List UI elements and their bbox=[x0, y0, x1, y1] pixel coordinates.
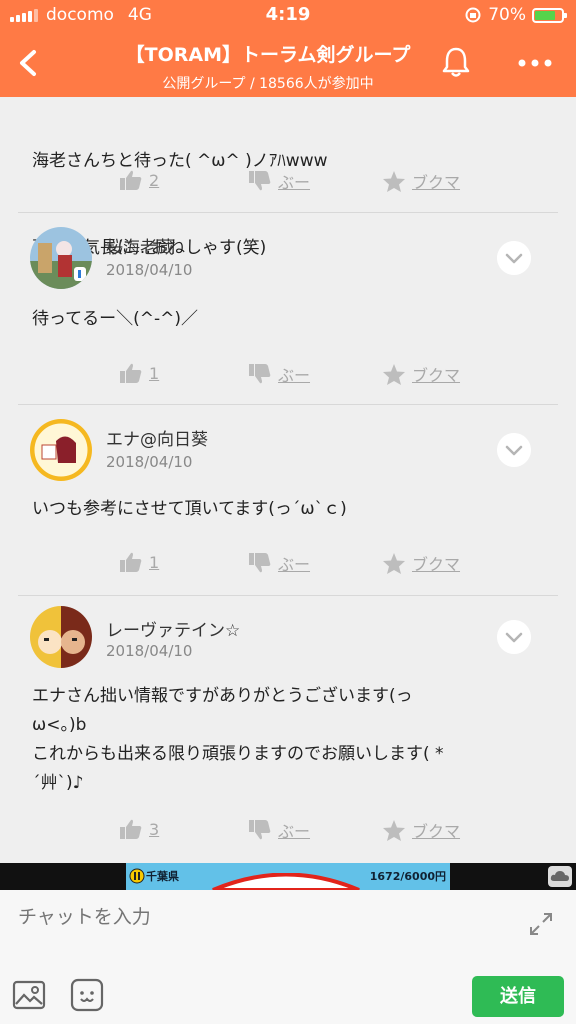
ad-image[interactable]: 千葉県 1672/6000円 bbox=[126, 863, 450, 890]
bookmark-button[interactable]: ブクマ bbox=[382, 169, 460, 193]
ad-banner[interactable]: 千葉県 1672/6000円 bbox=[0, 863, 576, 890]
boo-button[interactable]: ぶー bbox=[248, 551, 310, 575]
star-icon bbox=[383, 819, 405, 841]
boo-label: ぶー bbox=[278, 555, 311, 574]
post: エナ@向日葵 2018/04/10 いつも参考にさせて頂いてます(っ´ω`ｃ) … bbox=[0, 405, 576, 597]
chat-feed[interactable]: 海老さんちと待った( ^ω^ )ノｱﾊwww 更新は気長に…おねしゃす(笑) 2… bbox=[0, 97, 576, 863]
expand-icon[interactable] bbox=[527, 910, 555, 938]
post-actions: 1 ぶー ブクマ bbox=[0, 551, 576, 579]
boo-button[interactable]: ぶー bbox=[248, 169, 310, 193]
orientation-lock-icon bbox=[465, 7, 481, 23]
post-date: 2018/04/10 bbox=[106, 453, 193, 471]
boo-button[interactable]: ぶー bbox=[248, 818, 310, 842]
like-count: 2 bbox=[149, 170, 160, 190]
star-icon bbox=[383, 363, 405, 385]
post-text: 待ってるー＼(^-^)／ bbox=[32, 309, 199, 329]
top-bar: docomo 4G 4:19 70% 【TORAM】トーラム剣グループ 公開グル… bbox=[0, 0, 576, 97]
boo-label: ぶー bbox=[278, 173, 311, 192]
input-bar: 送信 bbox=[0, 890, 576, 1024]
post-actions: 3 ぶー ブクマ bbox=[0, 818, 576, 846]
like-button[interactable]: 2 bbox=[119, 169, 159, 191]
thumbs-down-icon bbox=[249, 820, 271, 840]
post-date: 2018/04/10 bbox=[106, 642, 193, 660]
poster-name[interactable]: エナ@向日葵 bbox=[106, 425, 208, 450]
chevron-down-icon[interactable] bbox=[497, 620, 531, 654]
sticker-icon[interactable] bbox=[70, 978, 104, 1012]
more-options-icon[interactable] bbox=[510, 48, 560, 78]
thumbs-down-icon bbox=[249, 553, 271, 573]
like-count: 3 bbox=[149, 819, 160, 839]
like-count: 1 bbox=[149, 363, 160, 383]
image-icon[interactable] bbox=[12, 980, 46, 1010]
poster-name[interactable]: レーヴァテイン☆ bbox=[106, 616, 240, 641]
thumbs-down-icon bbox=[249, 171, 271, 191]
bookmark-label: ブクマ bbox=[412, 173, 461, 192]
like-button[interactable]: 1 bbox=[119, 551, 159, 573]
post: レーヴァテイン☆ 2018/04/10 エナさん拙い情報ですがありがとうございま… bbox=[0, 596, 576, 863]
group-title-area[interactable]: 【TORAM】トーラム剣グループ 公開グループ / 18566人が参加中 bbox=[90, 40, 446, 93]
post: 桜海老蔵 2018/04/10 待ってるー＼(^-^)／ 1 ぶー ブクマ bbox=[0, 213, 576, 405]
post-actions: 2 ぶー ブクマ bbox=[0, 169, 576, 197]
thumbs-up-icon bbox=[120, 170, 142, 190]
battery-percent: 70% bbox=[488, 5, 526, 25]
chat-input[interactable] bbox=[18, 906, 516, 928]
avatar[interactable] bbox=[30, 227, 92, 289]
thumbs-down-icon bbox=[249, 364, 271, 384]
send-button[interactable]: 送信 bbox=[472, 976, 564, 1017]
boo-label: ぶー bbox=[278, 366, 311, 385]
like-button[interactable]: 3 bbox=[119, 818, 159, 840]
like-count: 1 bbox=[149, 552, 160, 572]
thumbs-up-icon bbox=[120, 819, 142, 839]
battery-icon bbox=[532, 7, 567, 23]
group-subtitle: 公開グループ / 18566人が参加中 bbox=[162, 76, 374, 92]
bookmark-label: ブクマ bbox=[412, 366, 461, 385]
bookmark-button[interactable]: ブクマ bbox=[382, 551, 460, 575]
post-text: エナさん拙い情報ですがありがとうございます(っ ω<。)b これからも出来る限り… bbox=[32, 686, 444, 793]
bell-icon[interactable] bbox=[436, 42, 476, 82]
star-icon bbox=[383, 170, 405, 192]
back-chevron-icon[interactable] bbox=[10, 38, 50, 88]
ad-left-text: 千葉県 bbox=[146, 870, 179, 883]
pause-icon bbox=[129, 868, 145, 884]
boo-label: ぶー bbox=[278, 822, 311, 841]
like-button[interactable]: 1 bbox=[119, 362, 159, 384]
thumbs-up-icon bbox=[120, 552, 142, 572]
chevron-down-icon[interactable] bbox=[497, 433, 531, 467]
header: 【TORAM】トーラム剣グループ 公開グループ / 18566人が参加中 bbox=[0, 30, 576, 97]
thumbs-up-icon bbox=[120, 363, 142, 383]
star-icon bbox=[383, 552, 405, 574]
bookmark-button[interactable]: ブクマ bbox=[382, 362, 460, 386]
post-text: いつも参考にさせて頂いてます(っ´ω`ｃ) bbox=[32, 499, 347, 519]
ad-graphic bbox=[212, 873, 360, 890]
poster-name[interactable]: 桜海老蔵 bbox=[106, 233, 174, 258]
post-partial: 海老さんちと待った( ^ω^ )ノｱﾊwww 更新は気長に…おねしゃす(笑) 2… bbox=[0, 97, 576, 258]
bookmark-label: ブクマ bbox=[412, 822, 461, 841]
bookmark-label: ブクマ bbox=[412, 555, 461, 574]
post-date: 2018/04/10 bbox=[106, 261, 193, 279]
avatar[interactable] bbox=[30, 419, 92, 481]
chevron-down-icon[interactable] bbox=[497, 241, 531, 275]
cloud-icon[interactable] bbox=[548, 866, 572, 887]
post-actions: 1 ぶー ブクマ bbox=[0, 362, 576, 390]
bookmark-button[interactable]: ブクマ bbox=[382, 818, 460, 842]
avatar[interactable] bbox=[30, 606, 92, 668]
status-bar: docomo 4G 4:19 70% bbox=[0, 0, 576, 30]
ad-right-text: 1672/6000円 bbox=[369, 870, 446, 883]
boo-button[interactable]: ぶー bbox=[248, 362, 310, 386]
page-title: 【TORAM】トーラム剣グループ bbox=[125, 44, 411, 66]
